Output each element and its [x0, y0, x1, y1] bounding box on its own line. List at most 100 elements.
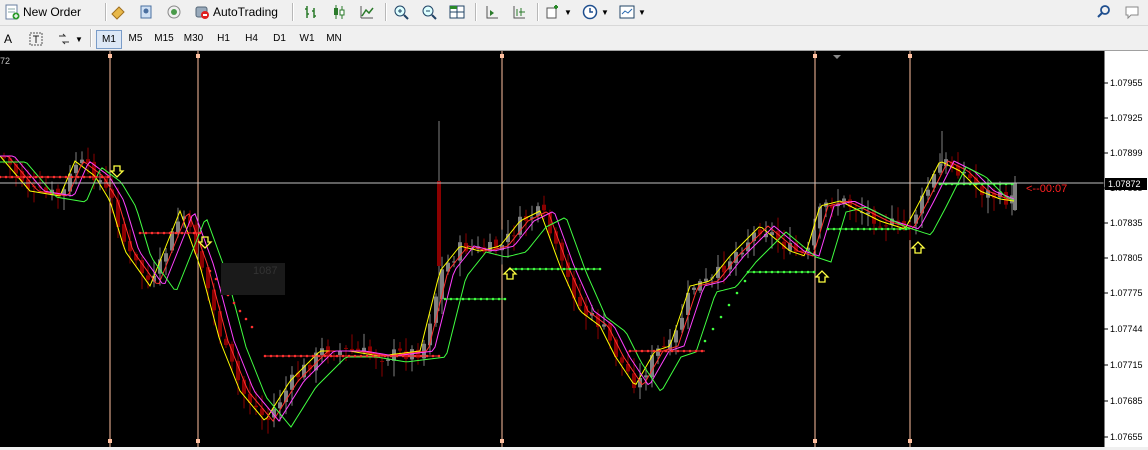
templates-button[interactable]: ▼: [619, 2, 646, 22]
candle-body: [632, 373, 636, 389]
stop-line-red-dot: [88, 175, 92, 179]
stop-line-green-dot: [886, 227, 890, 231]
stop-line-green-dot: [826, 227, 830, 231]
timeframe-m1[interactable]: M1: [96, 30, 122, 49]
stop-line-red-dot: [46, 175, 50, 179]
stop-line-red-dot: [186, 231, 190, 235]
candlestick-button[interactable]: [331, 2, 347, 22]
stop-line-green-dot: [892, 227, 896, 231]
bar-chart-button[interactable]: [303, 2, 319, 22]
stop-line-green-dot: [532, 267, 536, 271]
stop-line-green-dot: [850, 227, 854, 231]
candle-body: [662, 346, 666, 348]
stop-line-green-dot: [898, 227, 902, 231]
stop-line-red-dot: [383, 354, 387, 358]
timeframe-h1[interactable]: H1: [211, 30, 236, 47]
stop-dot: [719, 315, 723, 319]
text-tool-button[interactable]: A: [4, 29, 12, 49]
chart-canvas: 72 1087 <--00:07 1.07955 1.07925 1.07899 1.…: [0, 51, 1148, 447]
stop-line-red-dot: [64, 175, 68, 179]
stop-line-red-dot: [419, 354, 423, 358]
autoscroll-icon: [513, 6, 525, 19]
timeframe-m15[interactable]: M15: [151, 30, 177, 47]
timeframe-w1[interactable]: W1: [295, 30, 319, 47]
autotrading-button[interactable]: AutoTrading: [194, 2, 278, 22]
candle-body: [878, 226, 882, 228]
arrows-tool-button[interactable]: ▼: [56, 29, 83, 49]
timeframe-m5[interactable]: M5: [123, 30, 148, 47]
stop-line-red-dot: [317, 354, 321, 358]
stop-line-red-dot: [407, 354, 411, 358]
stop-line-green-dot: [455, 297, 459, 301]
periods-button[interactable]: ▼: [582, 2, 609, 22]
autoscroll-button[interactable]: [511, 2, 527, 22]
stop-line-green-dot: [776, 270, 780, 274]
stop-line-red-dot: [156, 231, 160, 235]
stop-line-green-dot: [574, 267, 578, 271]
stop-line-red-dot: [682, 349, 686, 353]
navigator-button[interactable]: [110, 2, 126, 22]
zoom-out-button[interactable]: [421, 2, 437, 22]
signals-button[interactable]: [166, 2, 182, 22]
current-price-label: 1.07872: [1108, 179, 1141, 189]
candle-body: [380, 360, 384, 362]
stop-line-red-dot: [365, 354, 369, 358]
stop-line-green-dot: [503, 297, 507, 301]
timeframe-d1[interactable]: D1: [267, 30, 292, 47]
stop-line-red-dot: [16, 175, 20, 179]
candle-body: [74, 164, 78, 174]
stop-line-green-dot: [746, 270, 750, 274]
stop-line-red-dot: [700, 349, 704, 353]
bar-chart-icon: [305, 6, 316, 18]
price-chart[interactable]: 72 1087 <--00:07 1.07955 1.07925 1.07899 1.…: [0, 51, 1148, 447]
price-label: 1.07715: [1110, 360, 1143, 370]
candle-body: [914, 214, 918, 224]
stop-line-green-dot: [550, 267, 554, 271]
market-watch-button[interactable]: [138, 2, 154, 22]
line-chart-button[interactable]: [359, 2, 375, 22]
stop-line-green-dot: [764, 270, 768, 274]
stop-dot: [711, 327, 715, 331]
stop-line-red-dot: [664, 349, 668, 353]
stop-line-green-dot: [544, 267, 548, 271]
indicators-button[interactable]: ▼: [545, 2, 572, 22]
countdown-label: <--00:07: [1026, 183, 1067, 195]
tile-windows-button[interactable]: [449, 2, 465, 22]
stop-line-red-dot: [162, 231, 166, 235]
stop-line-green-dot: [562, 267, 566, 271]
stop-line-green-dot: [556, 267, 560, 271]
stop-line-green-dot: [904, 227, 908, 231]
chart-shift-button[interactable]: [484, 2, 500, 22]
session-marker: [108, 54, 112, 58]
text-label-tool-button[interactable]: [28, 29, 44, 49]
stop-line-green-dot: [586, 267, 590, 271]
timeframe-mn[interactable]: MN: [322, 30, 346, 47]
stop-line-green-dot: [568, 267, 572, 271]
stop-line-red-dot: [425, 354, 429, 358]
stop-line-red-dot: [401, 354, 405, 358]
timeframe-h4[interactable]: H4: [239, 30, 264, 47]
stop-line-green-dot: [862, 227, 866, 231]
candle-body: [542, 204, 546, 211]
session-marker: [196, 54, 200, 58]
chat-button[interactable]: [1124, 2, 1140, 22]
stop-line-red-dot: [634, 349, 638, 353]
zoom-in-button[interactable]: [393, 2, 409, 22]
ma-slow-line: [0, 155, 1015, 422]
search-button[interactable]: [1096, 2, 1112, 22]
stop-line-green-dot: [580, 267, 584, 271]
stop-line-red-dot: [100, 175, 104, 179]
stop-line-red-dot: [281, 354, 285, 358]
stop-line-green-dot: [880, 227, 884, 231]
stop-line-red-dot: [658, 349, 662, 353]
stop-line-red-dot: [311, 354, 315, 358]
stop-line-red-dot: [628, 349, 632, 353]
new-order-button[interactable]: New Order: [4, 2, 81, 22]
stop-line-green-dot: [538, 267, 542, 271]
zoom-in-icon: [394, 5, 409, 20]
stop-line-green-dot: [526, 267, 530, 271]
stop-line-red-dot: [4, 175, 8, 179]
timeframe-m30[interactable]: M30: [179, 30, 208, 47]
stop-line-green-dot: [800, 270, 804, 274]
stop-line-red-dot: [0, 175, 2, 179]
